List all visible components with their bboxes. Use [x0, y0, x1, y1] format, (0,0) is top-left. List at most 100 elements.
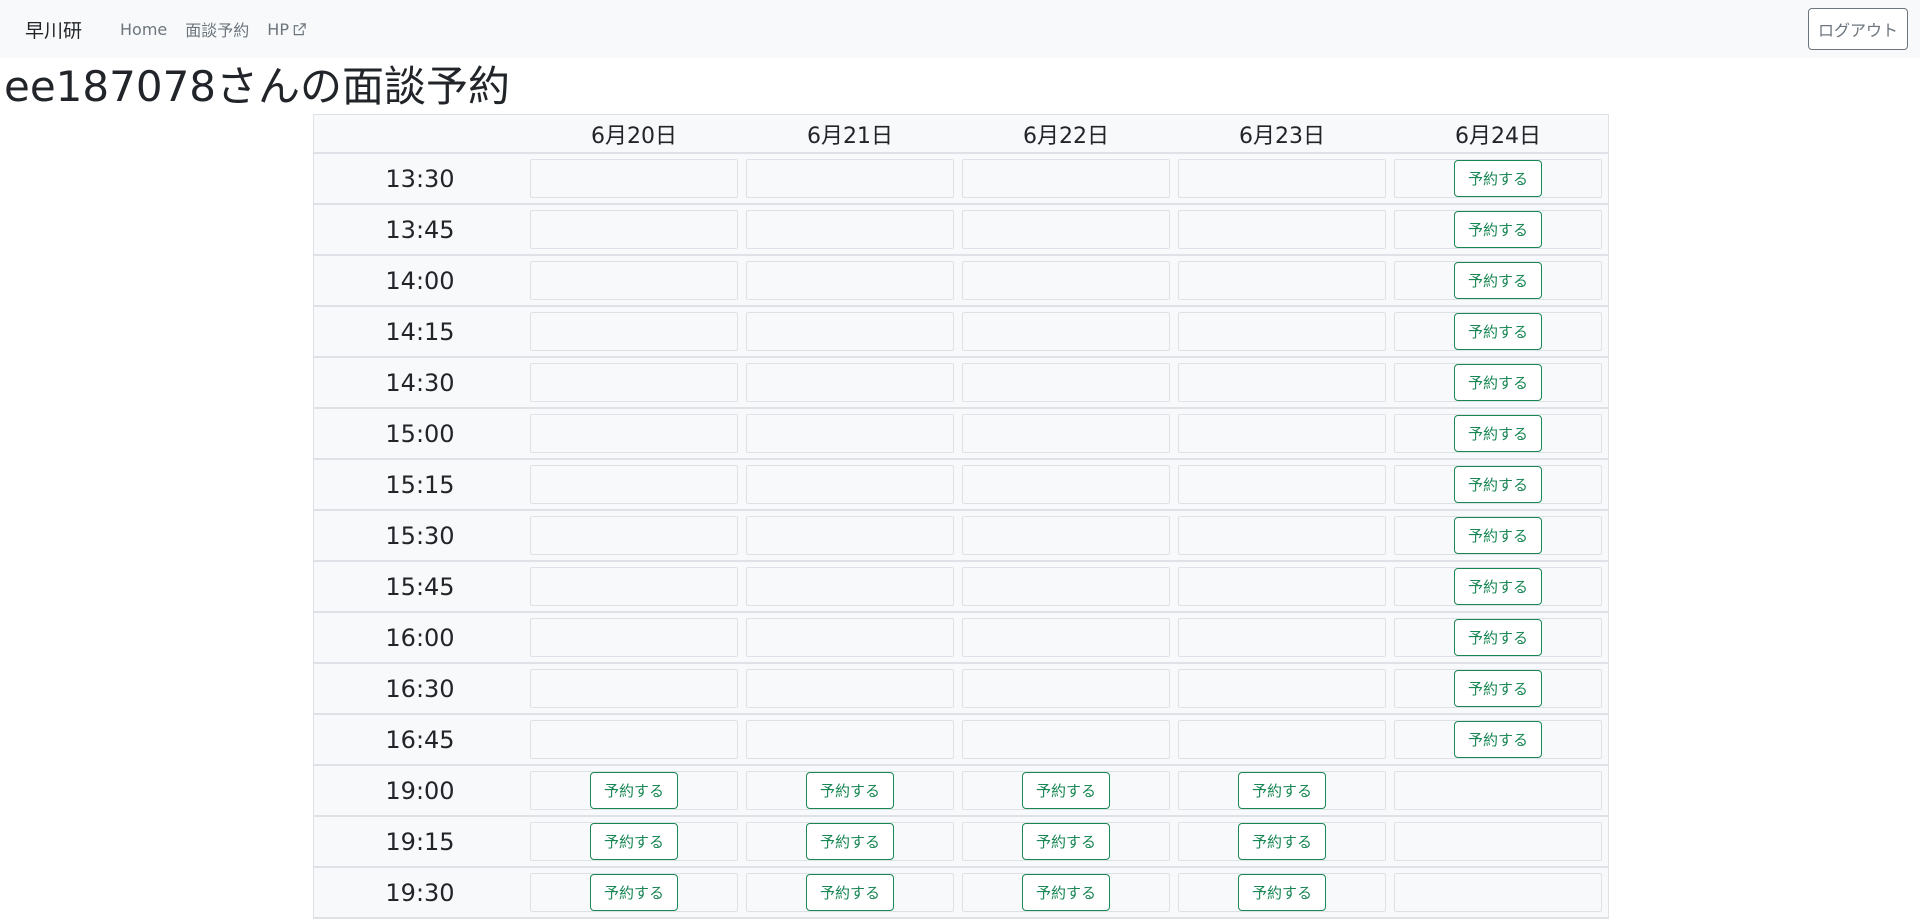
slot-available: 予約する: [1178, 771, 1386, 810]
slot-cell: 予約する: [958, 817, 1174, 866]
reserve-button[interactable]: 予約する: [589, 874, 678, 911]
reserve-button[interactable]: 予約する: [805, 823, 894, 860]
slot-cell: 予約する: [742, 868, 958, 917]
slot-empty: [746, 261, 954, 300]
reserve-button[interactable]: 予約する: [1021, 823, 1110, 860]
slot-available: 予約する: [1178, 822, 1386, 861]
reserve-button[interactable]: 予約する: [1237, 823, 1326, 860]
slot-cell: [526, 256, 742, 305]
slot-empty: [746, 567, 954, 606]
time-label: 15:00: [385, 419, 455, 448]
slot-cell: 予約する: [526, 817, 742, 866]
slot-available: 予約する: [1394, 669, 1602, 708]
slot-available: 予約する: [1394, 720, 1602, 759]
slot-empty: [530, 669, 738, 708]
date-header: 6月22日: [1023, 123, 1109, 149]
slot-cell: 予約する: [1390, 205, 1606, 254]
reserve-button[interactable]: 予約する: [1453, 466, 1542, 503]
reserve-button[interactable]: 予約する: [1453, 262, 1542, 299]
reserve-button[interactable]: 予約する: [1021, 772, 1110, 809]
slot-available: 予約する: [1394, 567, 1602, 606]
time-label: 15:45: [385, 572, 455, 601]
reserve-button[interactable]: 予約する: [1453, 619, 1542, 656]
slot-empty: [1178, 159, 1386, 198]
slot-cell: 予約する: [958, 868, 1174, 917]
reserve-button[interactable]: 予約する: [1237, 772, 1326, 809]
table-row: 15:30 予約する: [314, 511, 1608, 562]
slot-cell: 予約する: [1390, 256, 1606, 305]
slot-cell: [1390, 766, 1606, 815]
time-label: 16:45: [385, 725, 455, 754]
nav-link-reservation[interactable]: 面談予約: [185, 17, 249, 41]
slot-cell: 予約する: [1390, 460, 1606, 509]
header-time-cell: [314, 115, 526, 152]
slot-cell: [742, 664, 958, 713]
table-row: 14:15 予約する: [314, 307, 1608, 358]
slot-cell: [958, 664, 1174, 713]
logout-button[interactable]: ログアウト: [1807, 8, 1908, 50]
slot-empty: [1178, 720, 1386, 759]
slot-cell: [742, 511, 958, 560]
slot-cell: [742, 154, 958, 203]
slot-available: 予約する: [1394, 312, 1602, 351]
reserve-button[interactable]: 予約する: [1453, 211, 1542, 248]
slot-empty: [746, 720, 954, 759]
slot-cell: [526, 460, 742, 509]
slot-empty: [746, 669, 954, 708]
slot-available: 予約する: [1394, 261, 1602, 300]
table-row: 13:45 予約する: [314, 205, 1608, 256]
slot-cell: [526, 409, 742, 458]
reserve-button[interactable]: 予約する: [805, 874, 894, 911]
reserve-button[interactable]: 予約する: [1237, 874, 1326, 911]
slot-cell: 予約する: [526, 766, 742, 815]
nav-link-hp[interactable]: HP: [267, 20, 307, 39]
slot-empty: [962, 669, 1170, 708]
table-header-row: 6月20日 6月21日 6月22日 6月23日 6月24日: [314, 115, 1608, 154]
reserve-button[interactable]: 予約する: [1453, 313, 1542, 350]
reserve-button[interactable]: 予約する: [1021, 874, 1110, 911]
slot-available: 予約する: [1394, 363, 1602, 402]
slot-cell: [958, 409, 1174, 458]
slot-empty: [962, 465, 1170, 504]
slot-empty: [1394, 822, 1602, 861]
time-label: 15:15: [385, 470, 455, 499]
slot-empty: [530, 465, 738, 504]
slot-cell: [958, 358, 1174, 407]
slot-cell: 予約する: [1390, 358, 1606, 407]
slot-empty: [530, 720, 738, 759]
table-row: 15:00 予約する: [314, 409, 1608, 460]
table-row: 13:30 予約する: [314, 154, 1608, 205]
slot-cell: [526, 307, 742, 356]
brand[interactable]: 早川研: [25, 16, 82, 43]
slot-empty: [962, 159, 1170, 198]
slot-empty: [962, 414, 1170, 453]
time-label: 16:30: [385, 674, 455, 703]
date-header: 6月21日: [807, 123, 893, 149]
reserve-button[interactable]: 予約する: [589, 772, 678, 809]
time-label: 14:30: [385, 368, 455, 397]
slot-empty: [1178, 363, 1386, 402]
slot-cell: 予約する: [1390, 511, 1606, 560]
slot-cell: [1390, 868, 1606, 917]
reserve-button[interactable]: 予約する: [589, 823, 678, 860]
reserve-button[interactable]: 予約する: [805, 772, 894, 809]
reserve-button[interactable]: 予約する: [1453, 160, 1542, 197]
reserve-button[interactable]: 予約する: [1453, 364, 1542, 401]
reserve-button[interactable]: 予約する: [1453, 721, 1542, 758]
slot-empty: [746, 516, 954, 555]
slot-available: 予約する: [1394, 618, 1602, 657]
slot-empty: [530, 516, 738, 555]
reserve-button[interactable]: 予約する: [1453, 517, 1542, 554]
reserve-button[interactable]: 予約する: [1453, 670, 1542, 707]
reserve-button[interactable]: 予約する: [1453, 568, 1542, 605]
slot-empty: [962, 720, 1170, 759]
time-label: 13:30: [385, 164, 455, 193]
nav-link-home[interactable]: Home: [120, 20, 167, 39]
time-label: 19:15: [385, 827, 455, 856]
time-label: 14:15: [385, 317, 455, 346]
slot-empty: [962, 210, 1170, 249]
reserve-button[interactable]: 予約する: [1453, 415, 1542, 452]
slot-cell: [742, 358, 958, 407]
slot-cell: [1174, 715, 1390, 764]
slot-cell: [1174, 460, 1390, 509]
